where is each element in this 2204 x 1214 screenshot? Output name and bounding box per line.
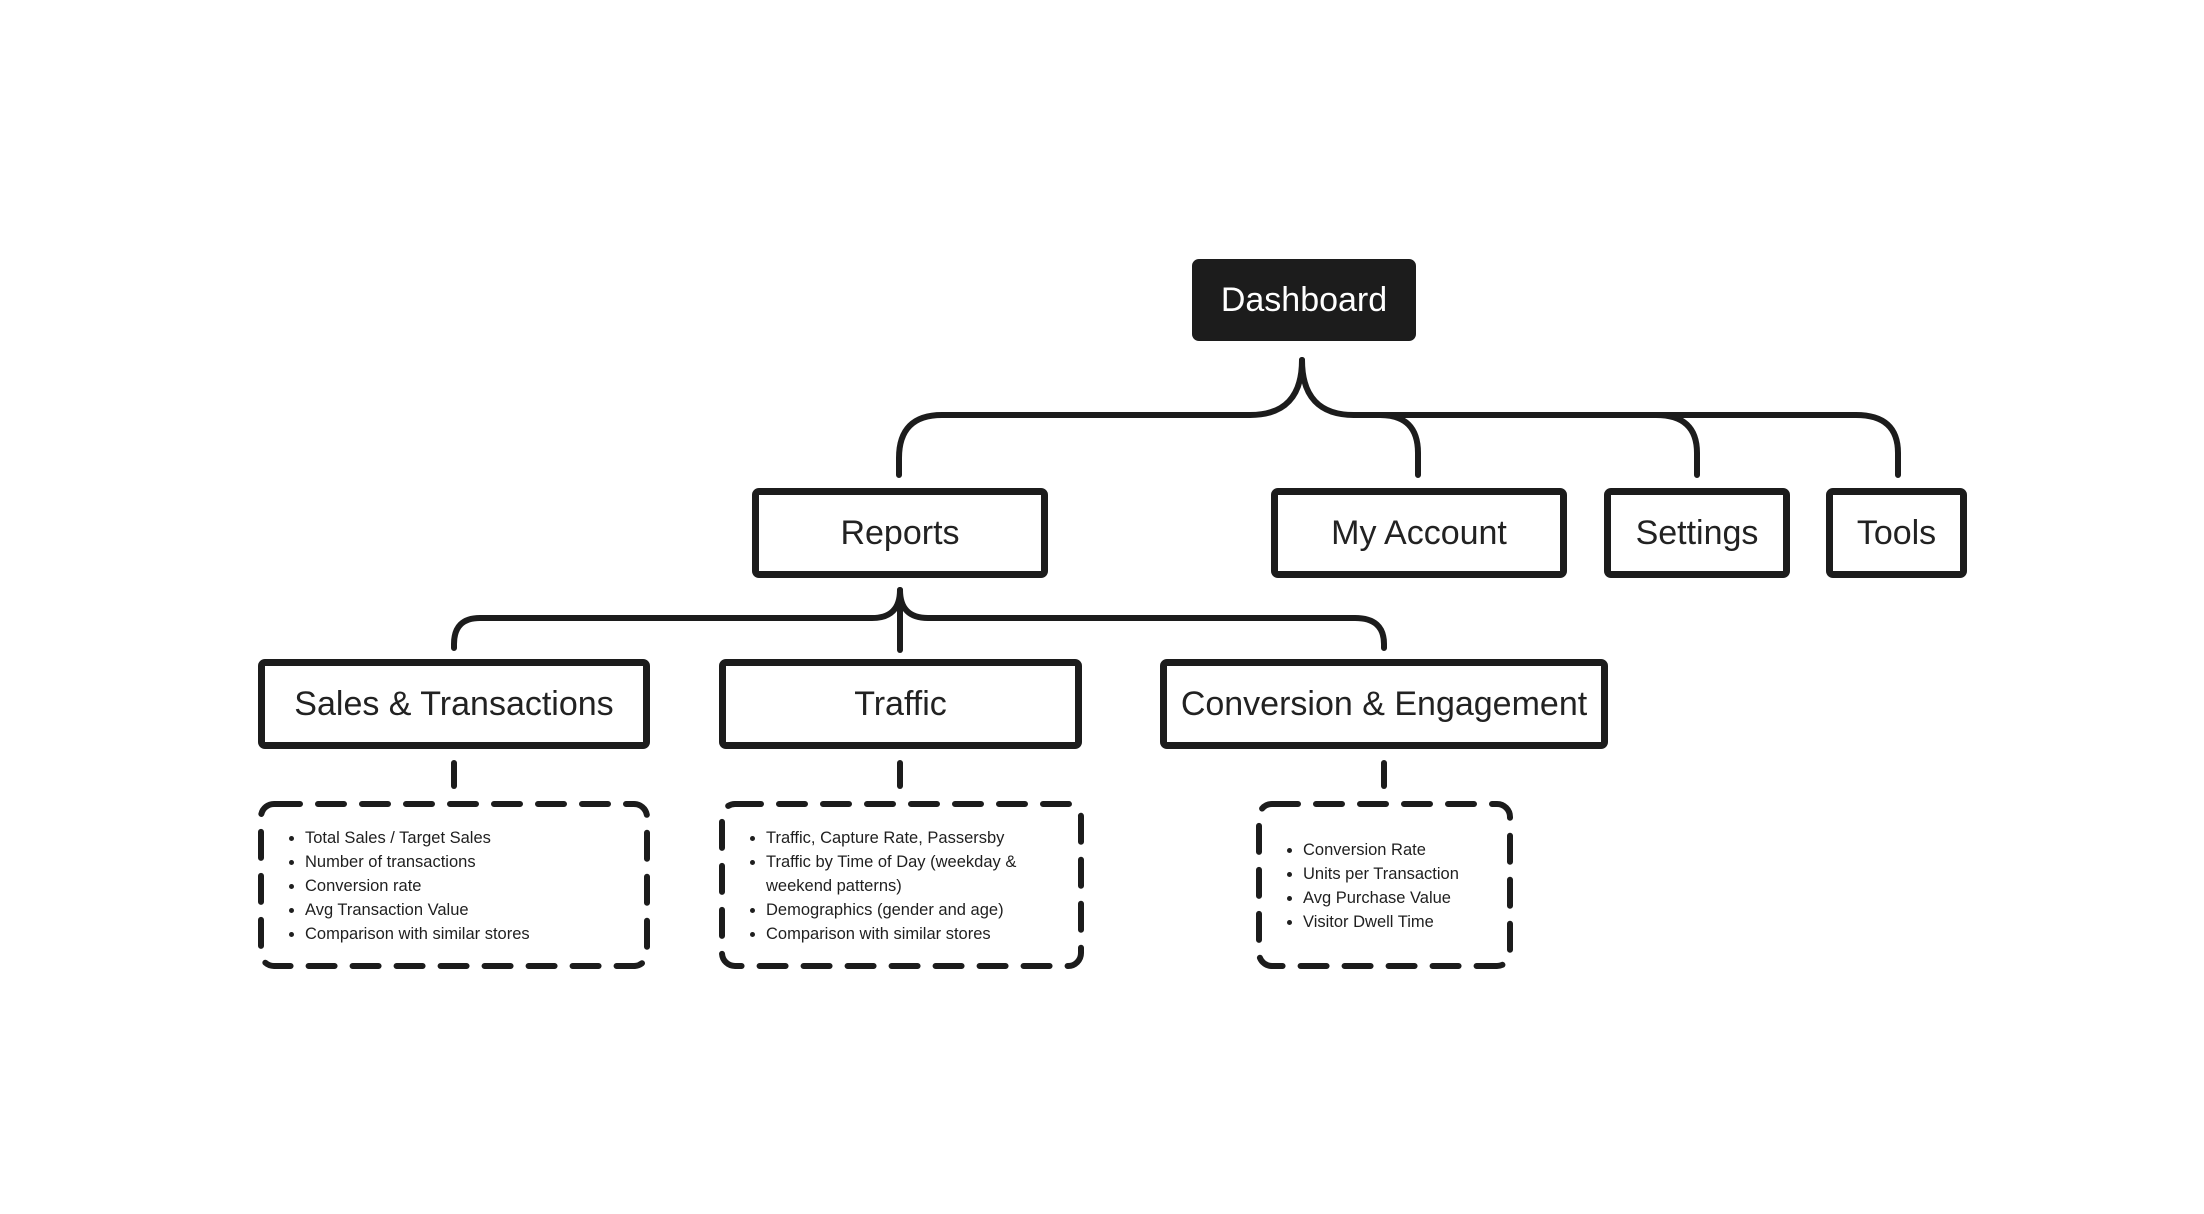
node-dashboard-label: Dashboard: [1220, 280, 1388, 319]
node-traffic[interactable]: Traffic: [719, 659, 1082, 749]
node-tools-label: Tools: [1856, 513, 1937, 552]
node-sales-transactions[interactable]: Sales & Transactions: [258, 659, 650, 749]
list-item: Units per Transaction: [1303, 862, 1490, 886]
details-box-conversion: Conversion Rate Units per Transaction Av…: [1259, 804, 1510, 966]
node-dashboard[interactable]: Dashboard: [1192, 259, 1416, 341]
list-item: Demographics (gender and age): [766, 898, 1022, 922]
list-item: Avg Transaction Value: [305, 898, 627, 922]
node-settings-label: Settings: [1635, 513, 1759, 552]
details-box-traffic: Traffic, Capture Rate, Passersby Traffic…: [722, 804, 1042, 966]
list-item: Conversion Rate: [1303, 838, 1490, 862]
node-reports[interactable]: Reports: [752, 488, 1048, 578]
list-item: Visitor Dwell Time: [1303, 910, 1490, 934]
connector-reports-sales: [451, 587, 903, 651]
sitemap-diagram: Dashboard Reports My Account Settings To…: [0, 0, 2204, 1214]
node-conversion-engagement-label: Conversion & Engagement: [1180, 684, 1588, 723]
connector-lines: [258, 357, 1901, 969]
connector-dashboard-reports: [896, 357, 1305, 478]
list-item: Conversion rate: [305, 874, 627, 898]
node-traffic-label: Traffic: [854, 684, 947, 723]
node-tools[interactable]: Tools: [1826, 488, 1967, 578]
details-list-conversion: Conversion Rate Units per Transaction Av…: [1279, 838, 1490, 934]
connector-dashboard-tools: [1653, 412, 1901, 478]
node-my-account[interactable]: My Account: [1271, 488, 1567, 578]
node-settings[interactable]: Settings: [1604, 488, 1790, 578]
list-item: Comparison with similar stores: [766, 922, 1022, 946]
list-item: Comparison with similar stores: [305, 922, 627, 946]
node-conversion-engagement[interactable]: Conversion & Engagement: [1160, 659, 1608, 749]
details-list-traffic: Traffic, Capture Rate, Passersby Traffic…: [742, 826, 1022, 946]
list-item: Total Sales / Target Sales: [305, 826, 627, 850]
list-item: Number of transactions: [305, 850, 627, 874]
list-item: Avg Purchase Value: [1303, 886, 1490, 910]
list-item: Traffic, Capture Rate, Passersby: [766, 826, 1022, 850]
node-my-account-label: My Account: [1331, 513, 1507, 552]
node-sales-transactions-label: Sales & Transactions: [294, 684, 614, 723]
list-item: Traffic by Time of Day (weekday & weeken…: [766, 850, 1022, 898]
details-list-sales: Total Sales / Target Sales Number of tra…: [281, 826, 627, 946]
node-reports-label: Reports: [840, 513, 960, 552]
connector-reports-conversion: [897, 587, 1387, 651]
details-box-sales: Total Sales / Target Sales Number of tra…: [261, 804, 647, 966]
